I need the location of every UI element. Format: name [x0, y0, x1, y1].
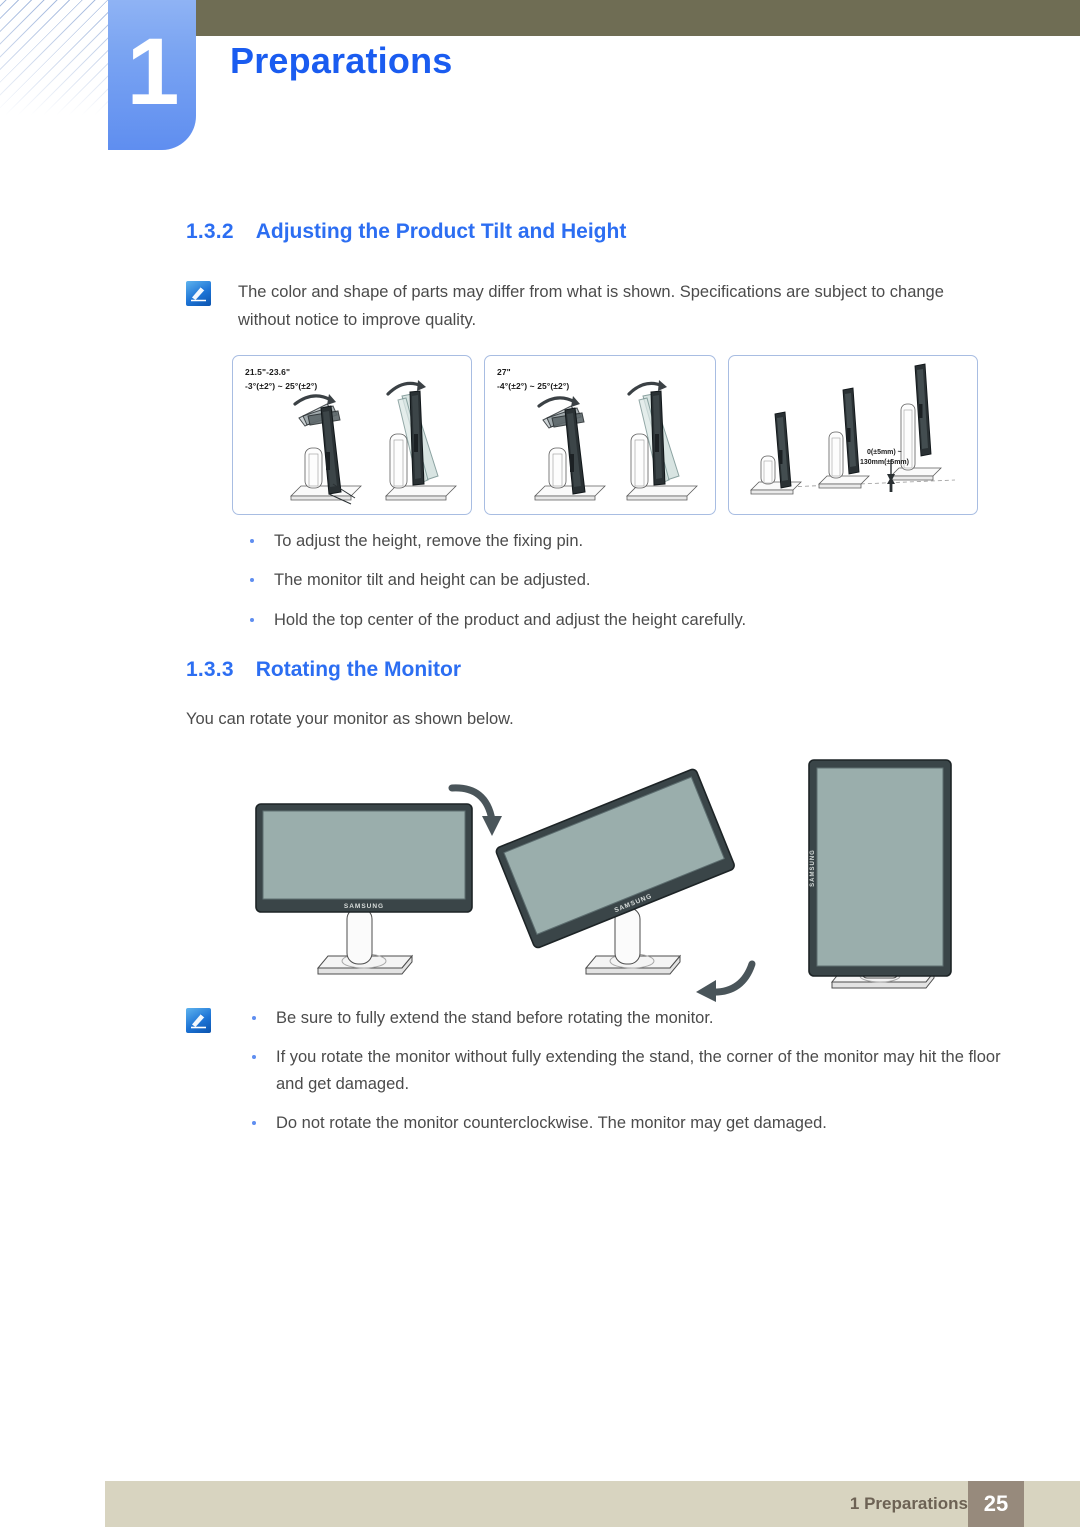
height-illustration: 0(±5mm) ~ 130mm(±5mm) [750, 363, 956, 495]
list-item: Do not rotate the monitor counterclockwi… [238, 1110, 1006, 1136]
chapter-title: Preparations [230, 40, 453, 81]
tilt-range-label-2: -4°(±2°) ~ 25°(±2°) [497, 381, 570, 392]
list-item: If you rotate the monitor without fully … [238, 1044, 1006, 1097]
rotate-illustration: SAMSUNG SAMSUNG SAMSUNG [0, 750, 1080, 1010]
rotate-intro-text: You can rotate your monitor as shown bel… [186, 710, 514, 728]
section-number: 1.3.2 [186, 220, 234, 243]
list-item: Hold the top center of the product and a… [236, 607, 936, 633]
rotate-note: Be sure to fully extend the stand before… [186, 1005, 1006, 1137]
tilt-figure-27: 27" -4°(±2°) ~ 25°(±2°) [484, 355, 716, 515]
footer-page-number: 25 [968, 1481, 1024, 1527]
tilt-figure-spec-1: 21.5"-23.6" -3°(±2°) ~ 25°(±2°) [245, 365, 317, 393]
portrait-monitor: SAMSUNG [808, 759, 952, 989]
hatch-pattern-decoration [0, 0, 108, 115]
note-pen-icon [186, 281, 211, 306]
page-footer: 1 Preparations 25 [105, 1481, 1080, 1527]
note-pen-icon [186, 1008, 211, 1033]
tilt-size-label-1: 21.5"-23.6" [245, 367, 291, 377]
height-label-line2: 130mm(±5mm) [860, 459, 909, 466]
header-olive-bar [196, 0, 1080, 36]
tilt-size-label-2: 27" [497, 367, 511, 377]
document-page: 1 Preparations 1.3.2 Adjusting the Produ… [0, 0, 1080, 1527]
height-figure: 0(±5mm) ~ 130mm(±5mm) 0(±5mm) ~ 130mm(±5… [728, 355, 978, 515]
list-item: The monitor tilt and height can be adjus… [236, 567, 936, 593]
rotate-bullet-list: Be sure to fully extend the stand before… [238, 1005, 1006, 1137]
tilted-monitor: SAMSUNG [495, 768, 735, 975]
chapter-number-tab: 1 [108, 0, 196, 150]
page-header: 1 Preparations [0, 0, 1080, 150]
svg-text:SAMSUNG: SAMSUNG [810, 849, 816, 887]
section-number: 1.3.3 [186, 658, 234, 681]
section-heading-133: 1.3.3 Rotating the Monitor [186, 658, 461, 682]
svg-text:SAMSUNG: SAMSUNG [344, 903, 384, 910]
section-heading-132: 1.3.2 Adjusting the Product Tilt and Hei… [186, 220, 626, 244]
footer-chapter-label: 1 Preparations [849, 1494, 968, 1513]
chapter-number: 1 [126, 18, 180, 125]
section-title: Adjusting the Product Tilt and Height [255, 220, 627, 243]
tilt-figure-21-23: 21.5"-23.6" -3°(±2°) ~ 25°(±2°) [232, 355, 472, 515]
tilt-figure-row: 21.5"-23.6" -3°(±2°) ~ 25°(±2°) 27" -4°(… [232, 355, 978, 515]
tilt-range-label-1: -3°(±2°) ~ 25°(±2°) [245, 381, 318, 392]
tilt-bullet-list: To adjust the height, remove the fixing … [236, 528, 936, 633]
landscape-monitor: SAMSUNG [255, 784, 502, 975]
tilt-figure-spec-2: 27" -4°(±2°) ~ 25°(±2°) [497, 365, 569, 393]
section-title: Rotating the Monitor [255, 658, 462, 681]
tilt-note-text: The color and shape of parts may differ … [238, 283, 944, 330]
list-item: Be sure to fully extend the stand before… [238, 1005, 1006, 1031]
rotate-illustration-svg: SAMSUNG SAMSUNG SAMSUNG [255, 759, 952, 1002]
list-item: To adjust the height, remove the fixing … [236, 528, 936, 554]
tilt-note: The color and shape of parts may differ … [186, 278, 976, 335]
height-label-line1: 0(±5mm) ~ [867, 449, 902, 456]
